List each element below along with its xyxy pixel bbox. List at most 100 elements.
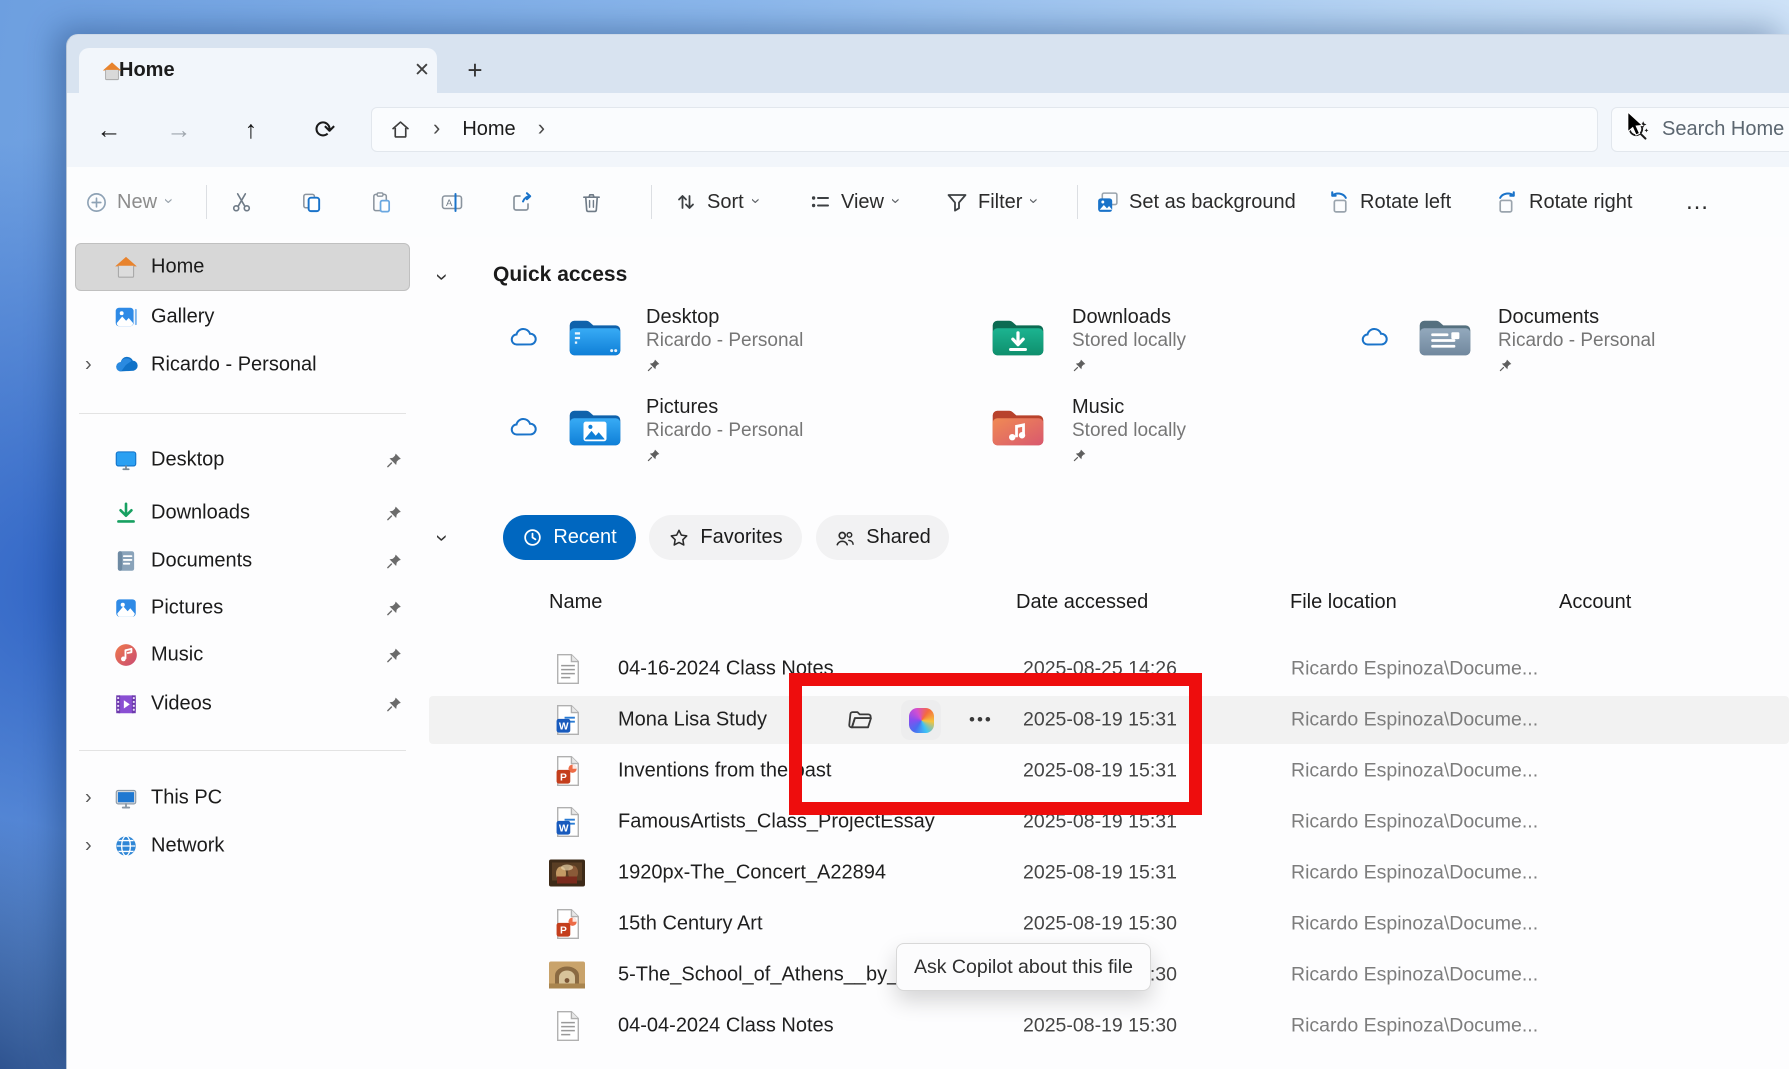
sidebar-item-label: Gallery xyxy=(151,306,214,329)
tab-shared[interactable]: Shared xyxy=(816,515,949,560)
quick-access-card-music[interactable] xyxy=(989,405,1047,456)
folder-name: Desktop xyxy=(646,305,803,329)
folder-name: Music xyxy=(1072,395,1186,419)
network-icon xyxy=(113,833,139,859)
file-row[interactable]: 04-16-2024 Class Notes 2025-08-25 14:26 … xyxy=(429,645,1789,693)
quick-access-card-documents[interactable] xyxy=(1416,315,1474,366)
pictures-folder-icon xyxy=(566,405,624,451)
rotate-right-button[interactable]: Rotate right xyxy=(1495,167,1632,237)
breadcrumb-item-home[interactable]: Home xyxy=(462,118,515,141)
ask-copilot-button[interactable] xyxy=(901,700,941,740)
tab-home[interactable]: Home ✕ xyxy=(79,48,437,93)
rename-icon: A xyxy=(440,190,464,214)
delete-button[interactable] xyxy=(580,167,603,237)
paste-button[interactable] xyxy=(370,167,393,237)
folder-name: Downloads xyxy=(1072,305,1186,329)
file-row[interactable]: P 15th Century Art 2025-08-19 15:30 Rica… xyxy=(429,900,1789,948)
sidebar-item-label: Home xyxy=(151,256,204,279)
sidebar-item-pictures[interactable]: Pictures xyxy=(67,584,418,632)
filter-button[interactable]: Filter › xyxy=(945,167,1037,237)
new-tab-button[interactable]: + xyxy=(459,48,491,93)
pin-icon[interactable] xyxy=(385,646,404,665)
sidebar-item-label: Music xyxy=(151,644,203,667)
sidebar-item-this-pc[interactable]: › This PC xyxy=(67,774,418,822)
see-more-button[interactable]: … xyxy=(1685,167,1711,237)
file-row-mona-lisa[interactable]: W Mona Lisa Study ••• 2025-08-19 15:31 R… xyxy=(429,696,1789,744)
column-header-name[interactable]: Name xyxy=(549,591,602,614)
chevron-down-icon[interactable]: › xyxy=(430,534,456,541)
sidebar-item-downloads[interactable]: Downloads xyxy=(67,489,418,537)
column-header-account[interactable]: Account xyxy=(1559,591,1631,614)
copilot-tooltip: Ask Copilot about this file xyxy=(896,943,1151,991)
quick-access-card-downloads-text[interactable]: Downloads Stored locally xyxy=(1072,305,1186,378)
quick-access-card-music-text[interactable]: Music Stored locally xyxy=(1072,395,1186,468)
tab-favorites[interactable]: Favorites xyxy=(649,515,802,560)
desktop-folder-icon xyxy=(566,315,624,361)
sidebar-item-gallery[interactable]: Gallery xyxy=(67,293,418,341)
breadcrumb[interactable]: › Home › xyxy=(371,107,1598,152)
chevron-down-icon[interactable]: › xyxy=(430,273,456,280)
open-folder-icon[interactable] xyxy=(847,707,874,734)
column-header-date-accessed[interactable]: Date accessed xyxy=(1016,591,1148,614)
desktop-wallpaper: Home ✕ + ← → ↑ ⟳ › Home › xyxy=(0,0,1789,1069)
file-row[interactable]: 1920px-The_Concert_A22894 2025-08-19 15:… xyxy=(429,849,1789,897)
file-row[interactable]: P Inventions from the past 2025-08-19 15… xyxy=(429,747,1789,795)
quick-access-card-downloads[interactable] xyxy=(989,315,1047,366)
sidebar-item-network[interactable]: › Network xyxy=(67,822,418,870)
sidebar-item-documents[interactable]: Documents xyxy=(67,537,418,585)
sidebar-item-home[interactable]: Home xyxy=(67,243,418,291)
refresh-icon[interactable]: ⟳ xyxy=(303,93,347,167)
tab-recent[interactable]: Recent xyxy=(503,515,636,560)
file-location: Ricardo Espinoza\Docume... xyxy=(1291,913,1538,936)
folder-name: Pictures xyxy=(646,395,803,419)
rotate-left-label: Rotate left xyxy=(1360,191,1451,214)
forward-icon[interactable]: → xyxy=(157,93,201,167)
up-icon[interactable]: ↑ xyxy=(229,93,273,167)
sidebar-item-onedrive-personal[interactable]: › Ricardo - Personal xyxy=(67,341,418,389)
quick-access-card-pictures[interactable] xyxy=(566,405,624,456)
new-button[interactable]: New › xyxy=(85,167,172,237)
copy-button[interactable] xyxy=(300,167,323,237)
column-header-file-location[interactable]: File location xyxy=(1290,591,1397,614)
filter-icon xyxy=(945,190,969,214)
chevron-right-icon[interactable]: › xyxy=(85,354,92,377)
copy-icon xyxy=(300,191,323,214)
pin-icon xyxy=(1072,357,1088,373)
sidebar-item-music[interactable]: Music xyxy=(67,631,418,679)
pin-icon[interactable] xyxy=(385,552,404,571)
quick-access-card-documents-text[interactable]: Documents Ricardo - Personal xyxy=(1498,305,1655,378)
trash-icon xyxy=(580,191,603,214)
chevron-right-icon[interactable]: › xyxy=(85,835,92,858)
sidebar-item-label: This PC xyxy=(151,787,222,810)
share-button[interactable] xyxy=(510,167,534,237)
file-row[interactable]: 04-04-2024 Class Notes 2025-08-19 15:30 … xyxy=(429,1002,1789,1050)
svg-text:P: P xyxy=(560,926,567,937)
rename-button[interactable]: A xyxy=(440,167,464,237)
rotate-left-button[interactable]: Rotate left xyxy=(1326,167,1451,237)
tab-close-icon[interactable]: ✕ xyxy=(407,59,437,82)
pin-icon[interactable] xyxy=(385,451,404,470)
set-as-background-button[interactable]: Set as background xyxy=(1095,167,1296,237)
quick-access-card-desktop-text[interactable]: Desktop Ricardo - Personal xyxy=(646,305,803,378)
sidebar-item-desktop[interactable]: Desktop xyxy=(67,436,418,484)
quick-access-card-pictures-text[interactable]: Pictures Ricardo - Personal xyxy=(646,395,803,468)
back-icon[interactable]: ← xyxy=(87,93,131,167)
plus-circle-icon xyxy=(85,191,108,214)
sort-icon xyxy=(674,190,698,214)
more-options-icon[interactable]: ••• xyxy=(969,710,993,730)
pin-icon[interactable] xyxy=(385,599,404,618)
pin-icon[interactable] xyxy=(385,695,404,714)
cut-button[interactable] xyxy=(230,167,253,237)
file-location: Ricardo Espinoza\Docume... xyxy=(1291,964,1538,987)
chevron-right-icon[interactable]: › xyxy=(85,787,92,810)
search-input[interactable]: Search Home xyxy=(1611,107,1789,152)
quick-access-card-desktop[interactable] xyxy=(566,315,624,366)
this-pc-icon xyxy=(113,785,139,811)
file-row[interactable]: W FamousArtists_Class_ProjectEssay 2025-… xyxy=(429,798,1789,846)
sidebar-item-label: Pictures xyxy=(151,597,223,620)
pin-icon[interactable] xyxy=(385,504,404,523)
sidebar-item-videos[interactable]: Videos xyxy=(67,680,418,728)
view-button[interactable]: View › xyxy=(808,167,899,237)
sort-button[interactable]: Sort › xyxy=(674,167,758,237)
file-date: 2025-08-19 15:31 xyxy=(1023,862,1177,885)
